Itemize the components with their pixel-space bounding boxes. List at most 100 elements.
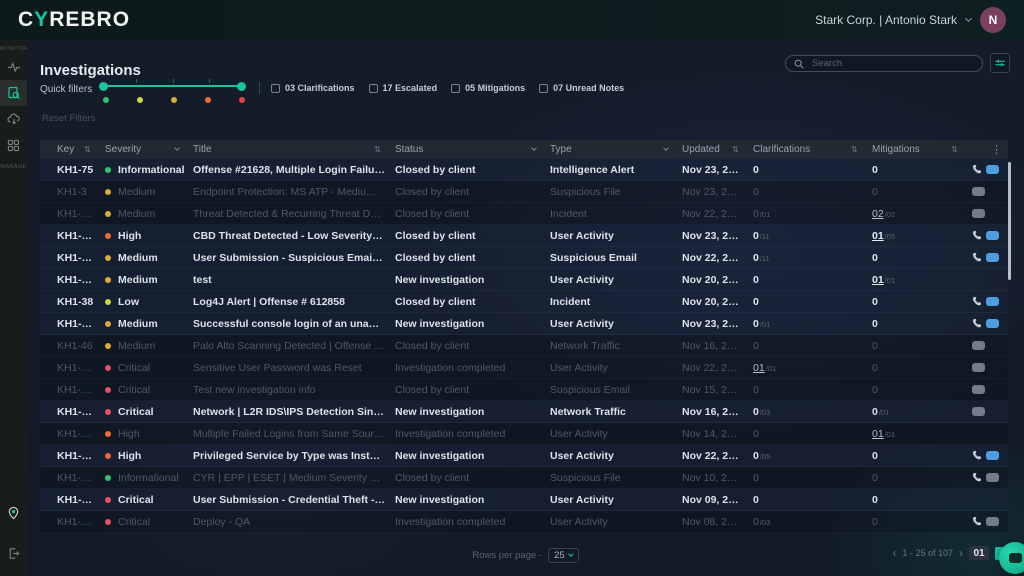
search-input[interactable]	[810, 57, 974, 70]
severity-dot[interactable]	[103, 97, 109, 103]
table-row[interactable]: KH1-3 Medium Endpoint Protection: MS ATP…	[40, 181, 1008, 203]
cell-type: Incident	[550, 296, 682, 308]
severity-dot[interactable]	[239, 97, 245, 103]
column-header-updated[interactable]: Updated⇅	[682, 144, 753, 155]
table-row[interactable]: KH1-148 Informational CYR | EPP | ESET |…	[40, 467, 1008, 489]
count-value[interactable]: 01	[872, 230, 884, 242]
severity-dot	[105, 343, 111, 349]
column-header-status[interactable]: Status	[395, 144, 550, 155]
sidebar-item-cloud[interactable]	[0, 106, 27, 132]
filter-checkbox[interactable]: 17 Escalated	[369, 83, 438, 93]
filter-checkbox[interactable]: 03 Clarifications	[271, 83, 355, 93]
slider-handle-max[interactable]	[237, 82, 246, 91]
count-suffix: /01	[879, 408, 889, 417]
sidebar-item-apps[interactable]	[0, 132, 27, 158]
chat-icon[interactable]	[986, 451, 999, 460]
chat-icon[interactable]	[986, 165, 999, 174]
advanced-filter-button[interactable]	[990, 53, 1010, 73]
chat-icon[interactable]	[972, 385, 985, 394]
chevron-down-icon	[965, 15, 972, 22]
phone-icon[interactable]	[972, 516, 983, 527]
sidebar-item-activity[interactable]	[0, 54, 27, 80]
filter-checkbox[interactable]: 05 Mitigations	[451, 83, 525, 93]
sidebar-item-investigations[interactable]	[0, 80, 27, 106]
phone-icon[interactable]	[972, 230, 983, 241]
phone-icon[interactable]	[972, 252, 983, 263]
cell-updated: Nov 22, 2022	[682, 208, 753, 220]
phone-icon[interactable]	[972, 318, 983, 329]
count-value: 0	[753, 472, 759, 484]
avatar[interactable]: N	[980, 7, 1006, 33]
slider-handle-min[interactable]	[99, 82, 108, 91]
severity-dot[interactable]	[205, 97, 211, 103]
table-row[interactable]: KH1-102 Critical Test new investigation …	[40, 379, 1008, 401]
table-row[interactable]: KH1-165 Medium Threat Detected & Recurri…	[40, 203, 1008, 225]
next-page-button[interactable]: ›	[959, 547, 963, 559]
app-logo[interactable]: CYREBRO	[18, 8, 130, 32]
severity-range-slider[interactable]	[100, 78, 245, 94]
column-header-key[interactable]: Key⇅	[57, 144, 105, 155]
table-row[interactable]: KH1-103 Medium User Submission - Suspici…	[40, 247, 1008, 269]
table-row[interactable]: KH1-150 High CBD Threat Detected - Low S…	[40, 225, 1008, 247]
table-row[interactable]: KH1-200 Medium test New investigation Us…	[40, 269, 1008, 291]
column-header-type[interactable]: Type	[550, 144, 682, 155]
support-chat-fab[interactable]	[999, 542, 1024, 574]
table-row[interactable]: KH1-179 Critical Network | L2R IDS\IPS D…	[40, 401, 1008, 423]
phone-icon[interactable]	[972, 472, 983, 483]
count-suffix: /11	[760, 254, 770, 263]
table-row[interactable]: KH1-133 High Privileged Service by Type …	[40, 445, 1008, 467]
count-value[interactable]: 01	[753, 362, 765, 374]
table-row[interactable]: KH1-191 High Multiple Failed Logins from…	[40, 423, 1008, 445]
reset-filters-button[interactable]: Reset Filters	[42, 113, 95, 124]
table-row[interactable]: KH1-75 Informational Offense #21628, Mul…	[40, 159, 1008, 181]
cell-status: Closed by client	[395, 208, 550, 220]
cell-severity: Informational	[105, 164, 193, 176]
severity-dot[interactable]	[137, 97, 143, 103]
filter-checkbox[interactable]: 07 Unread Notes	[539, 83, 624, 93]
column-header-mitigations[interactable]: Mitigations⇅	[872, 144, 972, 155]
severity-dot[interactable]	[171, 97, 177, 103]
column-header-title[interactable]: Title⇅	[193, 144, 395, 155]
page-number-input[interactable]: 01	[969, 546, 989, 560]
table-row[interactable]: KH1-188 Critical Sensitive User Password…	[40, 357, 1008, 379]
chat-icon[interactable]	[972, 187, 985, 196]
cell-mitigations: 0	[872, 186, 972, 198]
column-header-clarifications[interactable]: Clarifications⇅	[753, 144, 872, 155]
table-options-kebab-icon[interactable]: ⋮	[972, 143, 1008, 156]
rows-per-page-select[interactable]: 25	[548, 548, 579, 563]
cell-severity: High	[105, 450, 193, 462]
chat-icon[interactable]	[986, 297, 999, 306]
count-value[interactable]: 01	[872, 428, 884, 440]
chat-icon[interactable]	[986, 473, 999, 482]
table-scrollbar[interactable]	[1008, 162, 1011, 280]
chat-icon[interactable]	[986, 319, 999, 328]
chat-icon[interactable]	[986, 253, 999, 262]
chat-icon[interactable]	[972, 363, 985, 372]
account-menu[interactable]: Stark Corp. | Antonio Stark N	[815, 7, 1006, 33]
phone-icon[interactable]	[972, 164, 983, 175]
prev-page-button[interactable]: ‹	[892, 547, 896, 559]
sidebar-item-logout[interactable]	[0, 540, 27, 566]
chat-icon[interactable]	[972, 341, 985, 350]
chat-icon[interactable]	[986, 231, 999, 240]
cell-actions	[972, 187, 1008, 196]
chat-icon[interactable]	[986, 517, 999, 526]
table-row[interactable]: KH1-46 Medium Palo Alto Scanning Detecte…	[40, 335, 1008, 357]
cell-title: Multiple Failed Logins from Same Source …	[193, 428, 395, 440]
count-value[interactable]: 02	[872, 208, 884, 220]
count-value[interactable]: 01	[872, 274, 884, 286]
chat-icon[interactable]	[972, 407, 985, 416]
cell-type: Suspicious File	[550, 186, 682, 198]
table-row[interactable]: KH1-198 Medium Successful console login …	[40, 313, 1008, 335]
table-row[interactable]: KH1-38 Low Log4J Alert | Offense # 61285…	[40, 291, 1008, 313]
sidebar-item-geo[interactable]	[0, 500, 27, 526]
phone-icon[interactable]	[972, 296, 983, 307]
cell-type: Suspicious Email	[550, 384, 682, 396]
chat-icon[interactable]	[972, 209, 985, 218]
column-header-severity[interactable]: Severity	[105, 144, 193, 155]
logout-icon	[7, 547, 20, 560]
count-suffix: /03	[760, 518, 770, 527]
table-row[interactable]: KH1-173 Critical User Submission - Crede…	[40, 489, 1008, 511]
table-row[interactable]: KH1-144 Critical Deploy - QA Investigati…	[40, 511, 1008, 533]
phone-icon[interactable]	[972, 450, 983, 461]
